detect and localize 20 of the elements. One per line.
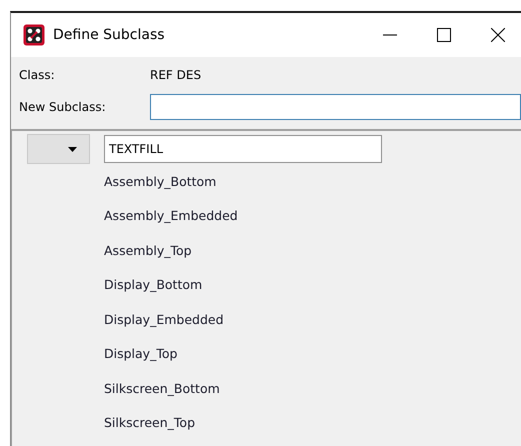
subclass-item[interactable]: Assembly_Embedded: [104, 208, 238, 224]
subclass-item[interactable]: Display_Bottom: [104, 277, 202, 292]
dropdown-button[interactable]: [27, 134, 90, 164]
class-label: Class:: [19, 68, 56, 82]
subclass-item[interactable]: Display_Top: [104, 346, 178, 362]
subclass-item[interactable]: Silkscreen_Bottom: [104, 380, 220, 396]
subclass-item[interactable]: Display_Embedded: [104, 312, 224, 327]
minimize-icon: [383, 34, 397, 36]
new-subclass-field[interactable]: [150, 94, 521, 120]
subclass-name-field[interactable]: TEXTFILL: [104, 135, 382, 163]
class-value: REF DES: [150, 68, 202, 82]
close-icon: [491, 28, 505, 42]
new-subclass-label: New Subclass:: [19, 100, 107, 114]
app-icon: [23, 24, 45, 46]
subclass-item[interactable]: Assembly_Top: [104, 242, 192, 258]
maximize-icon: [437, 28, 451, 42]
window-title: Define Subclass: [53, 27, 166, 43]
subclass-item[interactable]: Silkscreen_Top: [104, 415, 196, 430]
subclass-item[interactable]: Assembly_Bottom: [104, 174, 216, 189]
caret-icon: [68, 146, 77, 152]
